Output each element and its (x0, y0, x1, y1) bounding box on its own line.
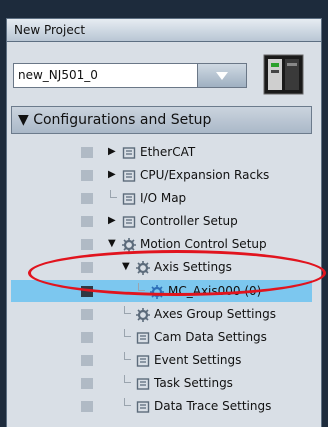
tree-item-label: Task Settings (154, 376, 233, 390)
tree-item-motion-control-setup[interactable]: ▼ Motion Control Setup (11, 233, 312, 255)
gear-icon (122, 237, 136, 252)
tree-item-axis-settings[interactable]: ▼ Axis Settings (11, 256, 312, 278)
controller-device-icon (262, 53, 305, 96)
gear-icon (136, 307, 150, 322)
status-indicator (81, 378, 93, 389)
project-select-value: new_NJ501_0 (18, 68, 98, 82)
status-indicator (81, 286, 93, 297)
expand-arrow-icon[interactable]: ▶ (108, 141, 116, 163)
collapse-arrow-icon[interactable]: ▼ (122, 256, 130, 278)
tree-item-cam-data-settings[interactable]: Cam Data Settings (11, 326, 312, 348)
cam-icon (136, 330, 150, 344)
panel-title: New Project (6, 18, 322, 42)
status-indicator (81, 309, 93, 320)
tree-item-label: EtherCAT (140, 145, 196, 159)
tree-connector (138, 283, 145, 291)
tree-connector (124, 329, 131, 337)
cpu-rack-icon (122, 168, 136, 182)
axis-icon (150, 284, 164, 299)
tree-item-label: MC_Axis000 (0) (168, 284, 262, 298)
ethercat-icon (122, 145, 136, 159)
tree-connector (124, 375, 131, 383)
tree-item-cpu-expansion-racks[interactable]: ▶ CPU/Expansion Racks (11, 164, 312, 186)
tree-connector (110, 190, 117, 198)
tree-item-label: Controller Setup (140, 214, 238, 228)
configurations-and-setup[interactable]: ▼ Configurations and Setup (11, 106, 312, 134)
controller-setup-icon (122, 214, 136, 228)
tree-item-label: Data Trace Settings (154, 399, 272, 413)
project-select[interactable]: new_NJ501_0 (13, 63, 247, 88)
tree-item-label: Cam Data Settings (154, 330, 267, 344)
tree-item-i-o-map[interactable]: I/O Map (11, 187, 312, 209)
expand-arrow-icon[interactable]: ▶ (108, 210, 116, 232)
tree-connector (124, 352, 131, 360)
tree-item-task-settings[interactable]: Task Settings (11, 372, 312, 394)
status-indicator (81, 193, 93, 204)
status-indicator (81, 170, 93, 181)
tree-item-mc-axis000-0[interactable]: MC_Axis000 (0) (11, 280, 312, 302)
status-indicator (81, 401, 93, 412)
tree-item-label: I/O Map (140, 191, 187, 205)
status-indicator (81, 147, 93, 158)
tree-item-label: Motion Control Setup (140, 237, 267, 251)
tree-item-label: Axes Group Settings (154, 307, 276, 321)
expand-arrow-icon[interactable]: ▶ (108, 164, 116, 186)
gear-icon (136, 260, 150, 275)
tree-item-label: Event Settings (154, 353, 242, 367)
tree-item-axes-group-settings[interactable]: Axes Group Settings (11, 303, 312, 325)
tree-item-label: CPU/Expansion Racks (140, 168, 270, 182)
tree-item-data-trace-settings[interactable]: Data Trace Settings (11, 395, 312, 417)
collapse-arrow-icon[interactable]: ▼ (108, 233, 116, 255)
tree-item-ethercat[interactable]: ▶ EtherCAT (11, 141, 312, 163)
status-indicator (81, 355, 93, 366)
io-map-icon (122, 191, 136, 205)
task-icon (136, 376, 150, 390)
status-indicator (81, 262, 93, 273)
status-indicator (81, 239, 93, 250)
status-indicator (81, 216, 93, 227)
tree-item-label: Axis Settings (154, 260, 232, 274)
tree-item-controller-setup[interactable]: ▶ Controller Setup (11, 210, 312, 232)
flag-icon (136, 353, 150, 367)
tree-item-event-settings[interactable]: Event Settings (11, 349, 312, 371)
tree-connector (124, 398, 131, 406)
chevron-down-icon[interactable] (197, 64, 246, 87)
status-indicator (81, 332, 93, 343)
trace-icon (136, 399, 150, 413)
tree-connector (124, 306, 131, 314)
